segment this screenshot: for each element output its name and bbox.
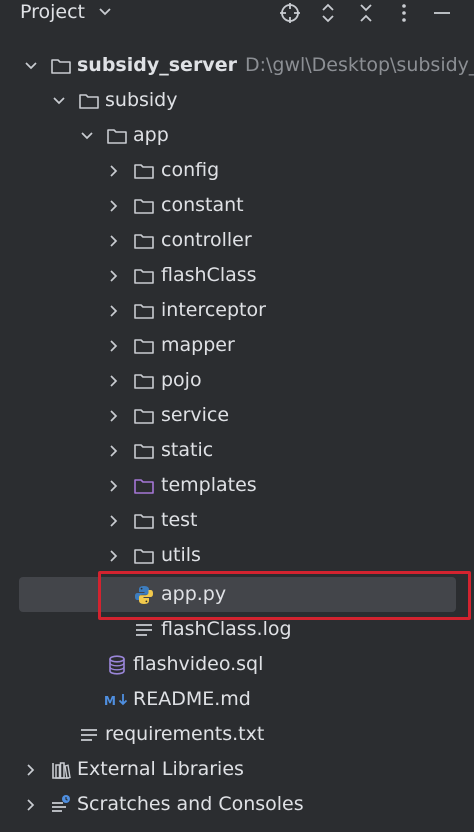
folder-icon — [134, 549, 154, 564]
tree-node-mapper[interactable]: mapper — [0, 328, 474, 363]
tree-node-label: requirements.txt — [105, 723, 265, 745]
project-root-name: subsidy_server — [77, 54, 237, 76]
chevron-right-icon[interactable] — [24, 798, 38, 812]
chevron-right-icon[interactable] — [107, 234, 121, 248]
folder-icon — [134, 269, 154, 284]
chevron-down-icon[interactable] — [24, 59, 38, 73]
tree-node-subsidy-server[interactable]: subsidy_server D:\gwl\Desktop\subsidy_m — [0, 48, 474, 83]
folder-icon — [134, 199, 154, 214]
locate-target-icon[interactable] — [279, 2, 301, 24]
chevron-down-icon[interactable] — [80, 129, 94, 143]
chevron-right-icon[interactable] — [107, 514, 121, 528]
chevron-down-icon[interactable] — [98, 7, 112, 17]
tree-node-label: flashClass — [161, 264, 257, 286]
tree-node-label: controller — [161, 229, 252, 251]
tree-node-config[interactable]: config — [0, 153, 474, 188]
chevron-right-icon[interactable] — [107, 269, 121, 283]
database-icon — [109, 655, 125, 675]
text-file-icon — [81, 729, 97, 741]
tree-node-label: flashvideo.sql — [133, 653, 264, 675]
tree-node-controller[interactable]: controller — [0, 223, 474, 258]
tree-node-label: config — [161, 159, 220, 181]
project-tool-window-header: Project — [0, 0, 474, 26]
markdown-icon: M — [104, 694, 128, 708]
tree-node-static[interactable]: static — [0, 433, 474, 468]
tree-node-test[interactable]: test — [0, 503, 474, 538]
folder-icon — [134, 234, 154, 249]
folder-icon — [134, 304, 154, 319]
folder-icon — [134, 339, 154, 354]
library-icon — [52, 762, 71, 780]
tree-node-constant[interactable]: constant — [0, 188, 474, 223]
chevron-right-icon[interactable] — [107, 444, 121, 458]
templates-folder-icon — [134, 479, 154, 494]
tree-node-label: flashClass.log — [161, 618, 292, 640]
expand-all-icon[interactable] — [317, 2, 339, 24]
tree-node-label: templates — [161, 474, 257, 496]
tree-node-label: Scratches and Consoles — [77, 793, 304, 815]
hide-panel-icon[interactable] — [431, 2, 453, 24]
folder-icon — [134, 514, 154, 529]
chevron-right-icon[interactable] — [24, 763, 38, 777]
chevron-right-icon[interactable] — [107, 164, 121, 178]
chevron-right-icon[interactable] — [107, 549, 121, 563]
tree-node-utils[interactable]: utils — [0, 538, 474, 573]
tree-node-scratches[interactable]: Scratches and Consoles — [0, 787, 474, 822]
text-file-icon — [136, 624, 152, 636]
tree-node-label: static — [161, 439, 214, 461]
collapse-all-icon[interactable] — [355, 2, 377, 24]
tree-node-label: mapper — [161, 334, 235, 356]
tree-node-service[interactable]: service — [0, 398, 474, 433]
tree-node-label: External Libraries — [77, 758, 244, 780]
chevron-right-icon[interactable] — [107, 339, 121, 353]
tree-node-flashvideo-sql[interactable]: flashvideo.sql — [0, 647, 474, 682]
folder-icon — [134, 164, 154, 179]
tree-node-pojo[interactable]: pojo — [0, 363, 474, 398]
tree-node-label: README.md — [133, 688, 251, 710]
tree-node-label: pojo — [161, 369, 202, 391]
folder-icon — [134, 409, 154, 424]
folder-icon — [51, 59, 71, 74]
tree-node-label: interceptor — [161, 299, 266, 321]
chevron-right-icon[interactable] — [107, 374, 121, 388]
chevron-down-icon[interactable] — [52, 94, 66, 108]
tree-node-app[interactable]: app — [0, 118, 474, 153]
chevron-right-icon[interactable] — [107, 409, 121, 423]
annotation-highlight-box — [98, 571, 471, 620]
chevron-right-icon[interactable] — [107, 304, 121, 318]
tree-node-label: service — [161, 404, 230, 426]
svg-text:M: M — [104, 694, 116, 708]
tree-node-label: test — [161, 509, 198, 531]
tree-node-templates[interactable]: templates — [0, 468, 474, 503]
tree-node-requirements[interactable]: requirements.txt — [0, 717, 474, 752]
folder-icon — [134, 374, 154, 389]
more-options-icon[interactable] — [393, 2, 415, 24]
scratches-icon — [52, 795, 70, 812]
folder-icon — [79, 94, 99, 109]
folder-icon — [107, 129, 127, 144]
folder-icon — [134, 444, 154, 459]
project-root-path: D:\gwl\Desktop\subsidy_m — [244, 54, 474, 76]
tree-node-label: subsidy — [105, 89, 178, 111]
chevron-right-icon[interactable] — [107, 199, 121, 213]
tree-node-readme[interactable]: M README.md — [0, 682, 474, 717]
tree-node-flashclass[interactable]: flashClass — [0, 258, 474, 293]
tree-node-interceptor[interactable]: interceptor — [0, 293, 474, 328]
tree-node-label: utils — [161, 544, 201, 566]
project-view-title[interactable]: Project — [20, 1, 85, 23]
tree-node-label: app — [133, 124, 169, 146]
chevron-right-icon[interactable] — [107, 479, 121, 493]
tree-node-subsidy[interactable]: subsidy — [0, 83, 474, 118]
tree-node-label: constant — [161, 194, 244, 216]
tree-node-external-libraries[interactable]: External Libraries — [0, 752, 474, 787]
